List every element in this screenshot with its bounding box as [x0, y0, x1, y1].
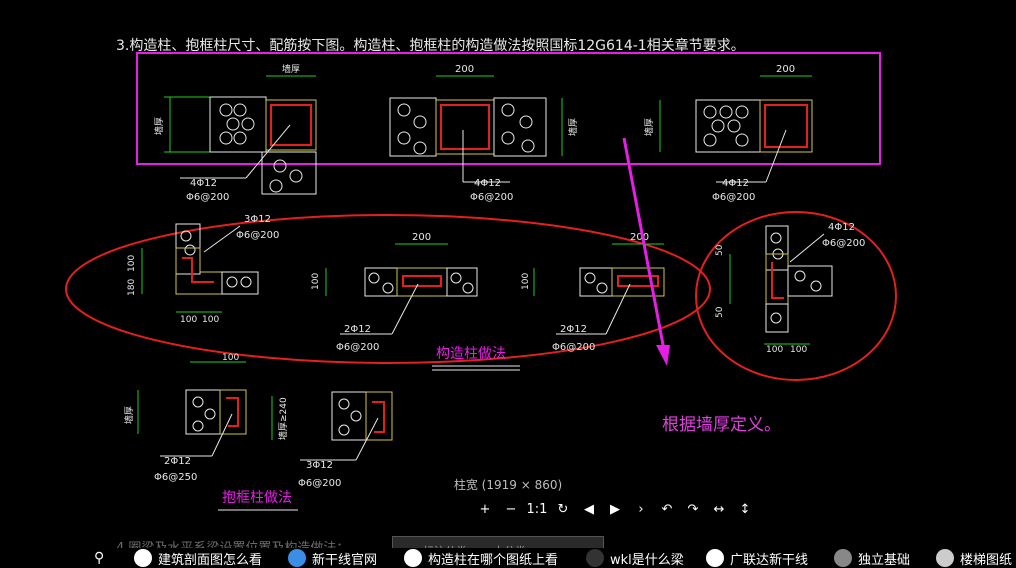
rebar-bot-1: 2Φ12	[164, 456, 191, 467]
logo-icon	[288, 549, 306, 567]
dim-top-3: 200	[776, 64, 795, 75]
stirrup-top-2: Φ6@200	[470, 192, 513, 203]
related-link-4[interactable]: wkl是什么梁	[586, 548, 684, 568]
next-button[interactable]: ›	[628, 500, 654, 520]
stirrup-top-1: Φ6@200	[186, 192, 229, 203]
dim-wall-2: 墙厚	[567, 118, 579, 136]
stirrup-top-3: Φ6@200	[712, 192, 755, 203]
flip-horizontal-button[interactable]: ↔	[706, 500, 732, 520]
detail-bot-1: 100 墙厚 2Φ12 Φ6@250	[123, 353, 247, 483]
rotate-right-button[interactable]: ↷	[680, 500, 706, 520]
dim-mid-3b: 100	[521, 273, 531, 290]
related-link-1[interactable]: 建筑剖面图怎么看	[134, 548, 262, 568]
related-search-bar: ⚲ 建筑剖面图怎么看 新干线官网 构造柱在哪个图纸上看 wkl是什么梁 广联达新…	[0, 548, 1016, 568]
dim-top-2: 200	[455, 64, 474, 75]
detail-top-3: 200 墙厚 4Φ12 Φ6@200	[643, 64, 813, 203]
related-link-3[interactable]: 构造柱在哪个图纸上看	[404, 548, 558, 568]
thumb-icon	[834, 549, 852, 567]
dim-top-1: 墙厚	[282, 63, 300, 75]
detail-top-2: 200 墙厚 4Φ12 Φ6@200	[389, 64, 579, 203]
related-link-6[interactable]: 独立基础	[834, 548, 910, 568]
magenta-arrow-head	[656, 345, 670, 366]
dim-mid-3: 200	[630, 232, 649, 243]
stirrup-mid-2: Φ6@200	[336, 342, 379, 353]
stirrup-mid-3: Φ6@200	[552, 342, 595, 353]
dim-wall-3: 墙厚	[643, 118, 655, 136]
rebar-top-2: 4Φ12	[474, 178, 501, 189]
thumb-icon	[134, 549, 152, 567]
dim-right-1: 50	[715, 244, 725, 256]
rebar-mid-3: 2Φ12	[560, 324, 587, 335]
rebar-right: 4Φ12	[828, 222, 855, 233]
reset-button[interactable]: ↻	[550, 500, 576, 520]
detail-right-t: 50 50 100 100 4Φ12 Φ6@200	[715, 222, 865, 355]
thumb-icon	[706, 549, 724, 567]
rebar-top-3: 4Φ12	[722, 178, 749, 189]
detail-mid-1: 100 180 100 100 3Φ12 Φ6@200	[127, 214, 279, 325]
related-link-7[interactable]: 楼梯图纸	[936, 548, 1012, 568]
dim-mid-2b: 100	[311, 273, 321, 290]
dim-bot-1: 100	[222, 353, 239, 363]
dim-right-3: 100	[766, 345, 783, 355]
search-icon[interactable]: ⚲	[94, 548, 104, 568]
dim-mid-2: 200	[412, 232, 431, 243]
image-caption: 柱宽 (1919 × 860)	[453, 478, 563, 492]
rebar-top-1: 4Φ12	[190, 178, 217, 189]
prev-button[interactable]: ◀	[576, 500, 602, 520]
detail-mid-2: 200 100 2Φ12 Φ6@200	[311, 232, 478, 353]
detail-top-1: 墙厚 墙厚 4Φ12 Φ6@200	[153, 63, 317, 203]
thumb-icon	[936, 549, 954, 567]
related-link-2[interactable]: 新干线官网	[288, 548, 377, 568]
viewer-toolbar: + − 1:1 ↻ ◀ ▶ › ↶ ↷ ↔ ↕	[472, 500, 758, 520]
rebar-mid-2: 2Φ12	[344, 324, 371, 335]
thumb-icon	[586, 549, 604, 567]
highlight-ellipse-gzz	[65, 214, 711, 364]
zoom-in-button[interactable]: +	[472, 500, 498, 520]
heading-note: 3.构造柱、抱框柱尺寸、配筋按下图。构造柱、抱框柱的构造做法按照国标12G614…	[116, 37, 745, 54]
dim-right-2: 50	[715, 306, 725, 318]
actual-size-button[interactable]: 1:1	[524, 500, 550, 520]
related-link-5[interactable]: 广联达新干线	[706, 548, 808, 568]
dim-wall-1: 墙厚	[153, 117, 165, 135]
stirrup-mid-1: Φ6@200	[236, 230, 279, 241]
dim-right-4: 100	[790, 345, 807, 355]
dim-bot-1b: 墙厚	[123, 406, 135, 424]
rebar-mid-1: 3Φ12	[244, 214, 271, 225]
dim-bot-2: 墙厚≥240	[277, 397, 289, 440]
label-gzz: 构造柱做法	[436, 346, 506, 362]
dim-mid-1d: 100	[202, 315, 219, 325]
dim-mid-1c: 100	[180, 315, 197, 325]
thumb-icon	[404, 549, 422, 567]
play-button[interactable]: ▶	[602, 500, 628, 520]
flip-vertical-button[interactable]: ↕	[732, 500, 758, 520]
stirrup-right: Φ6@200	[822, 238, 865, 249]
rotate-left-button[interactable]: ↶	[654, 500, 680, 520]
dim-mid-1b: 180	[127, 279, 137, 296]
zoom-out-button[interactable]: −	[498, 500, 524, 520]
annotation-text: 根据墙厚定义。	[662, 415, 781, 435]
rebar-bot-2: 3Φ12	[306, 460, 333, 471]
detail-bot-2: 墙厚≥240 3Φ12 Φ6@200	[271, 391, 393, 489]
dim-mid-1a: 100	[127, 255, 137, 272]
